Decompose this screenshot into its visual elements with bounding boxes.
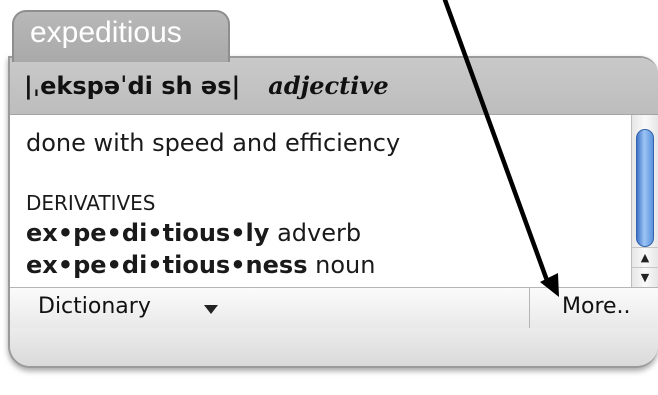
- scroll-thumb[interactable]: [636, 129, 654, 247]
- derivative-pos: noun: [315, 251, 376, 279]
- dictionary-panel: |ˌekspəˈdi sh əs| adjective done with spe…: [8, 56, 658, 368]
- more-button-label: More..: [562, 294, 631, 319]
- definition-text: done with speed and efficiency: [26, 129, 401, 157]
- pronunciation: |ˌekspəˈdi sh əs|: [24, 72, 241, 100]
- derivatives-heading: DERIVATIVES: [26, 191, 156, 215]
- derivative-item: ex•pe•di•tious•ness noun: [26, 251, 375, 279]
- derivative-headword: ex•pe•di•tious•ly: [26, 219, 270, 247]
- chevron-down-icon[interactable]: [204, 305, 218, 314]
- vertical-scrollbar[interactable]: ▲ ▼: [631, 115, 658, 287]
- definition-content: done with speed and efficiency DERIVATIV…: [10, 115, 628, 287]
- scroll-down-icon[interactable]: ▼: [632, 267, 658, 288]
- derivative-headword: ex•pe•di•tious•ness: [26, 251, 308, 279]
- pronunciation-bar: |ˌekspəˈdi sh əs| adjective: [10, 58, 658, 115]
- scroll-up-icon[interactable]: ▲: [632, 247, 658, 268]
- derivative-item: ex•pe•di•tious•ly adverb: [26, 219, 361, 247]
- panel-bottom-strip: [10, 328, 658, 366]
- more-button[interactable]: More..: [529, 288, 658, 328]
- panel-footer: Dictionary More..: [10, 287, 658, 329]
- dictionary-popup-screenshot: expeditious |ˌekspəˈdi sh əs| adjective d…: [0, 0, 658, 395]
- entry-word: expeditious: [30, 16, 182, 49]
- part-of-speech: adjective: [268, 71, 389, 100]
- pronunciation-line: |ˌekspəˈdi sh əs| adjective: [24, 71, 389, 100]
- derivative-pos: adverb: [277, 219, 362, 247]
- word-tab: expeditious: [12, 10, 230, 62]
- source-dropdown-label[interactable]: Dictionary: [38, 294, 151, 319]
